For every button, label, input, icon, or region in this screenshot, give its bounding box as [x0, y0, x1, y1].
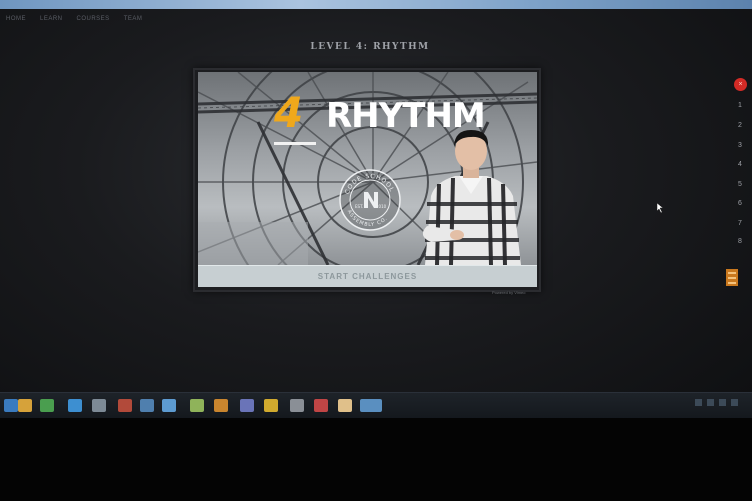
side-nav-item[interactable]: 2 [735, 122, 745, 129]
app-icon[interactable] [140, 399, 154, 412]
app-icon[interactable] [118, 399, 132, 412]
level-number: 4 [274, 88, 304, 137]
explorer-icon[interactable] [4, 399, 18, 412]
app-icon[interactable] [264, 399, 278, 412]
browser-top-strip [0, 0, 752, 9]
close-icon[interactable]: × [734, 78, 747, 91]
monitor-bezel [0, 418, 752, 501]
nav-item[interactable]: Team [124, 16, 143, 22]
media-icon[interactable] [68, 399, 82, 412]
side-nav-item[interactable]: 6 [735, 200, 745, 207]
app-icon[interactable] [92, 399, 106, 412]
monitor-screen: Home Learn Courses Team LEVEL 4: RHYTHM [0, 0, 752, 420]
system-tray[interactable] [695, 399, 738, 406]
folder-icon[interactable] [18, 399, 32, 412]
presenter-figure [422, 130, 521, 265]
start-challenges-button[interactable]: START CHALLENGES [198, 265, 537, 287]
side-nav-item[interactable]: 7 [735, 220, 745, 227]
app-icon[interactable] [214, 399, 228, 412]
app-icon[interactable] [338, 399, 352, 412]
mouse-cursor-icon [657, 203, 664, 213]
code-school-seal-logo: CODE SCHOOL ASSEMBLY CO. EST. 2010 [339, 169, 401, 231]
side-nav-item[interactable]: 4 [735, 161, 745, 168]
nav-item[interactable]: Courses [77, 16, 110, 22]
video-frame[interactable]: 4 RHYTHM CODE SCHOOL ASSEMBLY CO. EST. 2… [198, 72, 537, 265]
level-side-nav: × 1 2 3 4 5 6 7 8 [724, 74, 752, 294]
svg-text:EST.: EST. [355, 204, 363, 209]
side-nav-item[interactable]: 8 [735, 238, 745, 245]
app-icon[interactable] [190, 399, 204, 412]
powered-by-label[interactable]: Powered by Vimeo [492, 290, 526, 295]
app-icon[interactable] [314, 399, 328, 412]
app-icon[interactable] [360, 399, 382, 412]
app-icon[interactable] [162, 399, 176, 412]
app-nav: Home Learn Courses Team [0, 12, 266, 26]
taskbar [0, 392, 752, 419]
nav-item[interactable]: Learn [40, 16, 63, 22]
app-icon[interactable] [290, 399, 304, 412]
level-underline [274, 142, 316, 145]
menu-icon[interactable] [726, 269, 738, 286]
video-player[interactable]: 4 RHYTHM CODE SCHOOL ASSEMBLY CO. EST. 2… [193, 68, 541, 292]
app-icon[interactable] [240, 399, 254, 412]
level-title: LEVEL 4: RHYTHM [310, 42, 430, 52]
nav-item[interactable]: Home [6, 16, 26, 22]
side-nav-item[interactable]: 3 [735, 142, 745, 149]
side-nav-item[interactable]: 1 [735, 102, 745, 109]
chrome-icon[interactable] [40, 399, 54, 412]
side-nav-item[interactable]: 5 [735, 181, 745, 188]
